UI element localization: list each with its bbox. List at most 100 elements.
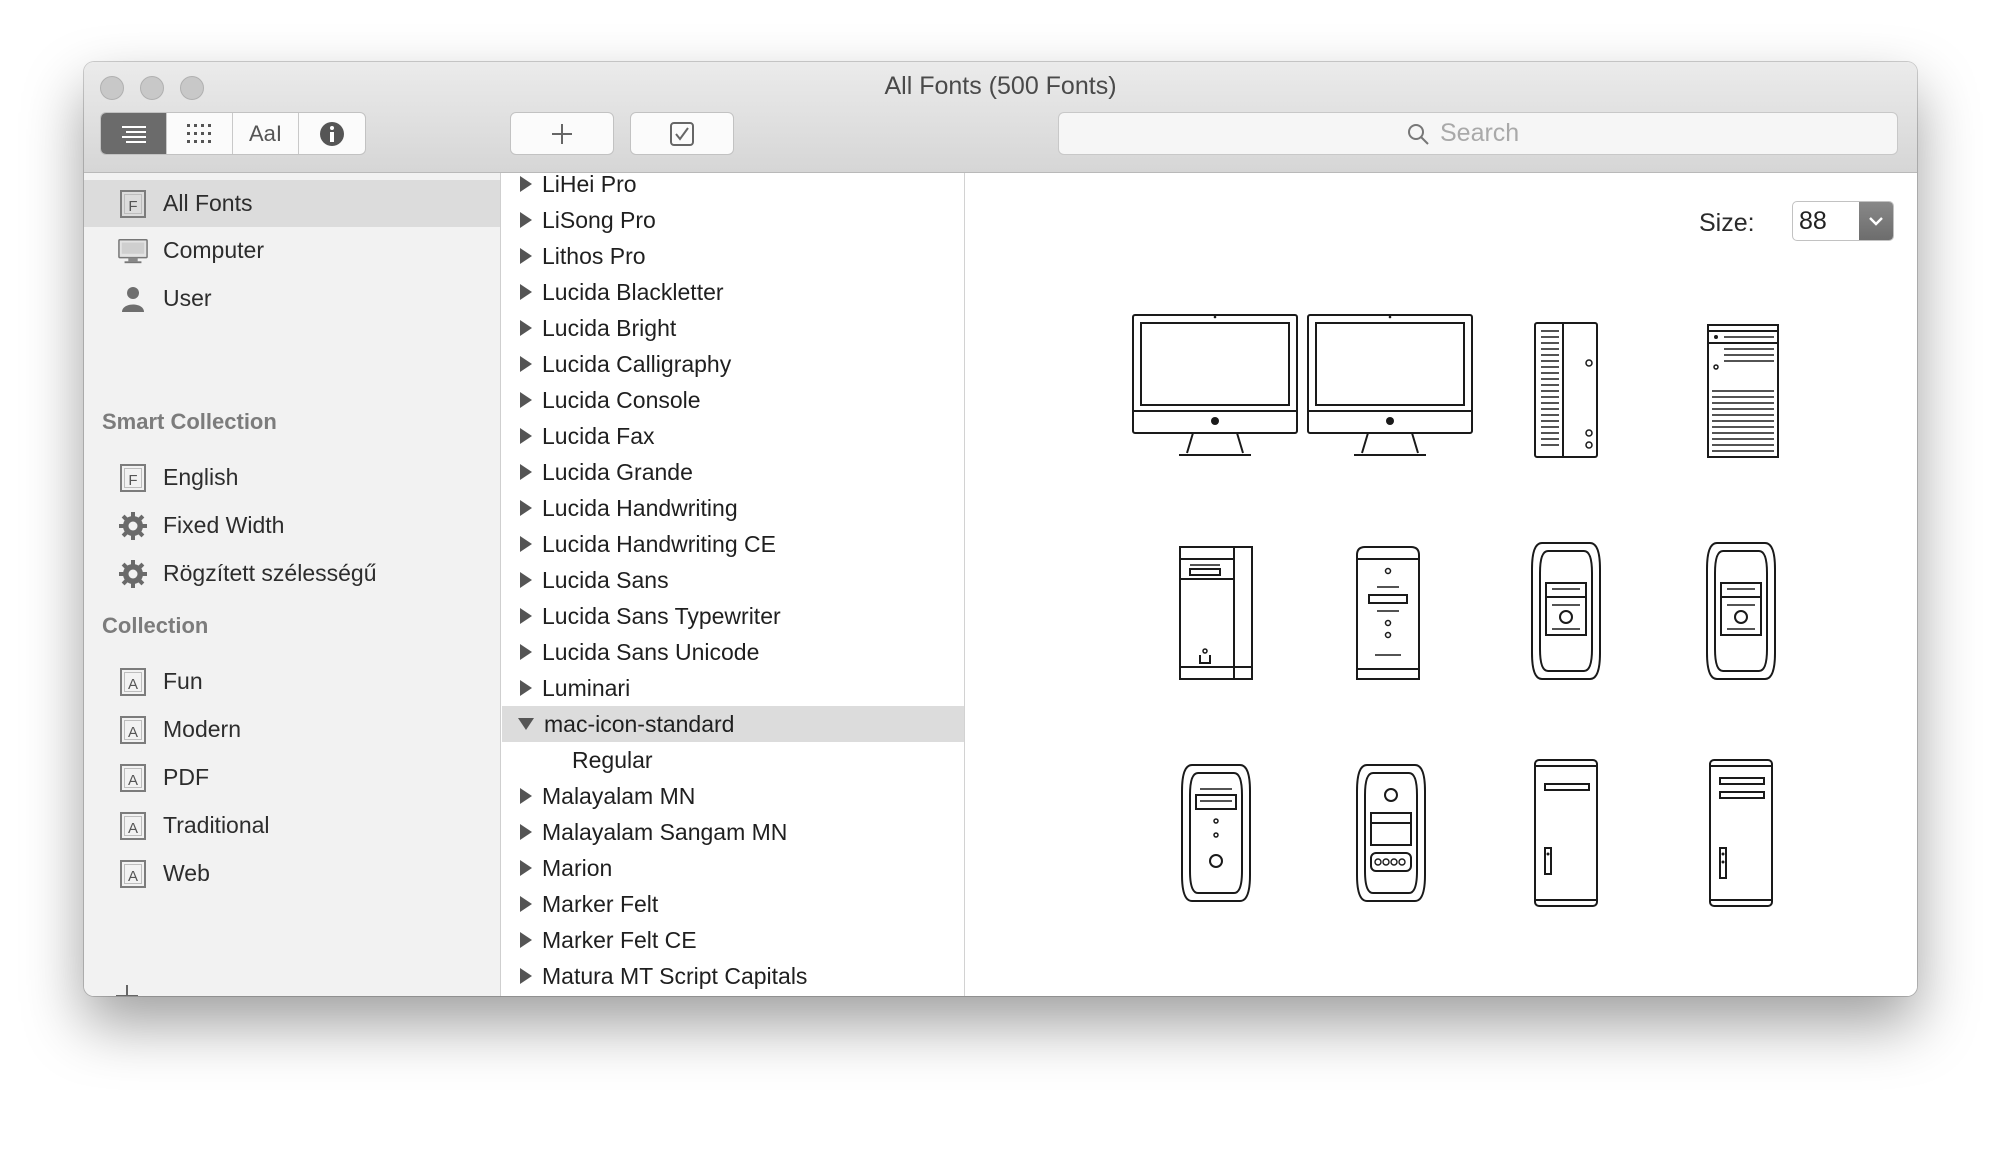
disclosure-triangle-icon[interactable] <box>520 248 532 264</box>
sidebar-item-web[interactable]: A Web <box>84 850 500 897</box>
font-family-row[interactable]: Malayalam MN <box>502 778 964 814</box>
font-list: LiHei Pro LiSong Pro Lithos Pro Lucida Blac… <box>502 173 965 996</box>
size-value[interactable]: 88 <box>1793 202 1859 240</box>
disclosure-triangle-icon[interactable] <box>520 428 532 444</box>
collection-header: Collection <box>102 613 209 638</box>
xserve-icon <box>1534 322 1598 458</box>
font-family-row[interactable]: Lucida Handwriting <box>502 490 964 526</box>
add-collection-button[interactable] <box>114 983 140 996</box>
sidebar-item-all-fonts[interactable]: F All Fonts <box>84 180 500 227</box>
disclosure-triangle-icon[interactable] <box>520 392 532 408</box>
disclosure-triangle-icon[interactable] <box>520 356 532 372</box>
font-family-row[interactable]: Lucida Calligraphy <box>502 346 964 382</box>
sidebar-item-english[interactable]: F English <box>84 454 500 501</box>
disclosure-triangle-icon[interactable] <box>520 788 532 804</box>
gear-icon <box>118 559 148 589</box>
font-family-row[interactable]: Lucida Fax <box>502 418 964 454</box>
size-combo-box[interactable]: 88 <box>1792 201 1894 241</box>
disclosure-triangle-icon[interactable] <box>520 320 532 336</box>
font-family-row[interactable]: Luminari <box>502 670 964 706</box>
disclosure-triangle-icon[interactable] <box>520 284 532 300</box>
power-mac-g5-icon <box>1356 764 1426 902</box>
font-row-label: Lithos Pro <box>542 242 646 269</box>
power-mac-g4-icon <box>1531 542 1601 680</box>
font-row-label: Lucida Sans <box>542 566 669 593</box>
disclosure-triangle-icon[interactable] <box>520 176 532 192</box>
font-preview-pane: Size: 88 <box>966 173 1917 996</box>
font-family-row[interactable]: Lucida Grande <box>502 454 964 490</box>
collection-icon: A <box>118 859 148 889</box>
font-row-label: Lucida Grande <box>542 458 693 485</box>
disclosure-triangle-icon[interactable] <box>520 572 532 588</box>
font-family-row[interactable]: LiSong Pro <box>502 202 964 238</box>
info-view-button[interactable] <box>299 113 365 154</box>
font-family-row[interactable]: mac-icon-standard <box>502 706 964 742</box>
sidebar-item-label: English <box>163 464 239 490</box>
sidebar-item-pdf[interactable]: A PDF <box>84 754 500 801</box>
font-family-row[interactable]: Lucida Handwriting CE <box>502 526 964 562</box>
disclosure-triangle-icon[interactable] <box>520 644 532 660</box>
sidebar-item-fixed-width[interactable]: Fixed Width <box>84 502 500 549</box>
grid-icon <box>186 123 211 143</box>
disclosure-triangle-icon[interactable] <box>520 536 532 552</box>
checkbox-icon <box>670 121 694 146</box>
sidebar-item-label: Fixed Width <box>163 512 285 538</box>
font-family-row[interactable]: Lucida Sans <box>502 562 964 598</box>
smart-collection-header: Smart Collection <box>102 409 277 434</box>
disclosure-triangle-icon[interactable] <box>520 608 532 624</box>
font-family-row[interactable]: Matura MT Script Capitals <box>502 958 964 994</box>
font-family-row[interactable]: Marker Felt <box>502 886 964 922</box>
sidebar-item-label: Computer <box>163 237 264 263</box>
font-book-window: All Fonts (500 Fonts) AaI Search F All F… <box>84 62 1917 996</box>
font-row-label: Lucida Blackletter <box>542 278 724 305</box>
add-font-button[interactable] <box>510 112 614 155</box>
disclosure-triangle-icon[interactable] <box>520 860 532 876</box>
font-family-row[interactable]: Lithos Pro <box>502 238 964 274</box>
mac-pro-icon <box>1709 759 1773 907</box>
sidebar-item-label: Modern <box>163 716 241 742</box>
font-file-icon: F <box>118 463 148 493</box>
sidebar-item-label: Traditional <box>163 812 270 838</box>
disclosure-triangle-icon[interactable] <box>520 212 532 228</box>
disclosure-triangle-icon[interactable] <box>520 968 532 984</box>
sidebar-item-computer[interactable]: Computer <box>84 227 500 274</box>
view-mode-control: AaI <box>100 112 366 155</box>
disclosure-triangle-icon[interactable] <box>520 932 532 948</box>
sample-view-button[interactable]: AaI <box>233 113 299 154</box>
disclosure-triangle-open-icon[interactable] <box>518 718 534 730</box>
font-style-row[interactable]: Regular <box>502 742 964 778</box>
disclosure-triangle-icon[interactable] <box>520 896 532 912</box>
size-label: Size: <box>1699 209 1755 237</box>
font-family-row[interactable]: Lucida Sans Typewriter <box>502 598 964 634</box>
list-view-button[interactable] <box>101 113 167 154</box>
sample-text-icon: AaI <box>248 120 283 146</box>
sidebar-item-traditional[interactable]: A Traditional <box>84 802 500 849</box>
search-input[interactable] <box>1440 119 1550 148</box>
disclosure-triangle-icon[interactable] <box>520 500 532 516</box>
power-mac-cube-icon <box>1356 546 1420 680</box>
sidebar-item-fun[interactable]: A Fun <box>84 658 500 705</box>
sidebar-item-user[interactable]: User <box>84 275 500 322</box>
disclosure-triangle-icon[interactable] <box>520 464 532 480</box>
font-family-row[interactable]: Lucida Console <box>502 382 964 418</box>
font-family-row[interactable]: Lucida Sans Unicode <box>502 634 964 670</box>
plus-icon <box>116 985 138 996</box>
collection-icon: A <box>118 715 148 745</box>
search-field[interactable] <box>1058 112 1898 155</box>
font-family-row[interactable]: LiHei Pro <box>502 173 964 202</box>
size-dropdown-button[interactable] <box>1859 202 1893 240</box>
font-family-row[interactable]: Malayalam Sangam MN <box>502 814 964 850</box>
disclosure-triangle-icon[interactable] <box>520 824 532 840</box>
disclosure-triangle-icon[interactable] <box>520 680 532 696</box>
font-family-row[interactable]: Marker Felt CE <box>502 922 964 958</box>
sidebar-item-rogzitett-szelessegu[interactable]: Rögzített szélességű <box>84 550 500 597</box>
font-family-row[interactable]: Marion <box>502 850 964 886</box>
font-row-label: Lucida Sans Typewriter <box>542 602 781 629</box>
font-family-row[interactable]: Lucida Bright <box>502 310 964 346</box>
grid-view-button[interactable] <box>167 113 233 154</box>
sidebar-item-modern[interactable]: A Modern <box>84 706 500 753</box>
font-family-row[interactable]: Lucida Blackletter <box>502 274 964 310</box>
power-mac-tower-icon <box>1179 546 1253 680</box>
enable-font-button[interactable] <box>630 112 734 155</box>
font-row-label: mac-icon-standard <box>544 710 735 737</box>
